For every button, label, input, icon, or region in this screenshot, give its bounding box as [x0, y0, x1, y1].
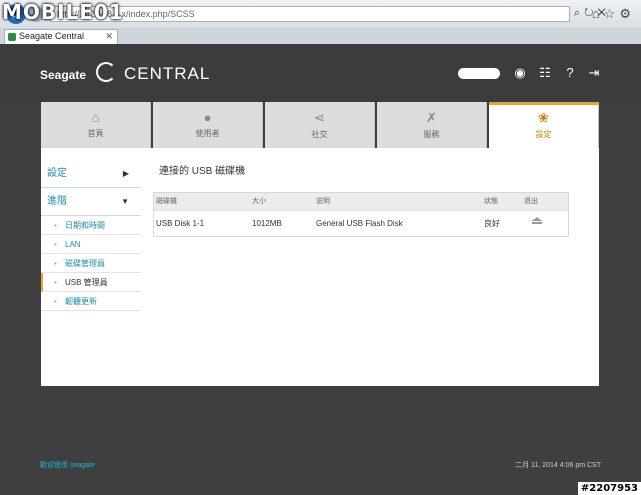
chevron-right-icon: ▶	[122, 169, 129, 178]
browser-tab-title: Seagate Central	[19, 31, 85, 41]
main-panel: 設定 ▶ 進階 ▼ • 日期和時間 • LAN • 磁碟管理員 • USB 管理…	[41, 148, 599, 386]
address-row: ← → http://192.168.x.x/index.php/SCSS ⌕↻…	[0, 0, 641, 28]
address-bar[interactable]: http://192.168.x.x/index.php/SCSS	[50, 6, 570, 22]
sidebar-item-firmware-update[interactable]: • 韌體更新	[41, 292, 141, 311]
close-icon[interactable]: ✕	[105, 30, 113, 43]
settings-sidebar: 設定 ▶ 進階 ▼ • 日期和時間 • LAN • 磁碟管理員 • USB 管理…	[41, 160, 141, 311]
product-name: CENTRAL	[124, 64, 211, 83]
sidebar-item-label: 日期和時間	[65, 221, 105, 230]
tools-icon: ✗	[426, 110, 437, 125]
drive-description: General USB Flash Disk	[316, 219, 403, 228]
tab-users[interactable]: ● 使用者	[153, 102, 263, 148]
favicon-icon	[8, 33, 16, 41]
sidebar-item-lan[interactable]: • LAN	[41, 235, 141, 254]
column-header: 退出	[524, 198, 538, 205]
drive-name: USB Disk 1-1	[156, 219, 205, 228]
sidebar-section-label: 設定	[47, 168, 67, 179]
help-icon[interactable]: ?	[562, 65, 578, 81]
app-footer: 歡迎使用 seagate 二月 11, 2014 4:06 pm CST	[0, 452, 641, 474]
brand-name: Seagate	[40, 68, 87, 82]
tab-label: 設定	[535, 130, 552, 139]
logout-icon[interactable]: ⇥	[586, 65, 602, 81]
browser-toolbar-icons[interactable]: ⌂☆⚙	[592, 6, 635, 22]
browser-tab-row: Seagate Central ✕	[0, 28, 641, 44]
bullet-icon: •	[54, 221, 57, 230]
bullet-icon: •	[54, 278, 57, 287]
drive-status: 良好	[484, 219, 500, 228]
column-header: 大小	[252, 198, 266, 205]
tab-label: 首頁	[87, 129, 104, 138]
header-toggle[interactable]	[458, 68, 500, 79]
sidebar-item-datetime[interactable]: • 日期和時間	[41, 216, 141, 235]
network-icon[interactable]: ☷	[537, 65, 553, 81]
table-header: 磁碟機 大小 说明 狀態 退出	[154, 193, 568, 210]
tab-settings[interactable]: ❀ 設定	[489, 102, 599, 148]
watermark-id: #2207953	[577, 482, 641, 495]
table-row: USB Disk 1-1 1012MB General USB Flash Di…	[154, 210, 568, 236]
column-header: 说明	[316, 198, 330, 205]
column-header: 狀態	[484, 198, 498, 205]
tab-home[interactable]: ⌂ 首頁	[41, 102, 151, 148]
eject-button[interactable]	[531, 211, 542, 237]
tab-social[interactable]: ⋖ 社交	[265, 102, 375, 148]
chevron-down-icon: ▼	[121, 197, 129, 206]
sidebar-section-label: 進階	[47, 196, 67, 207]
seagate-swirl-icon	[96, 62, 116, 82]
main-nav-tabs: ⌂ 首頁 ● 使用者 ⋖ 社交 ✗ 服務 ❀ 設定	[41, 102, 599, 148]
bullet-icon: •	[54, 240, 57, 249]
tab-label: 社交	[311, 130, 328, 139]
sidebar-item-label: 韌體更新	[65, 297, 97, 306]
user-icon: ●	[203, 110, 212, 125]
watermark-logo: MOBILE01	[2, 0, 124, 24]
tab-services[interactable]: ✗ 服務	[377, 102, 487, 148]
usb-drive-table: 磁碟機 大小 说明 狀態 退出 USB Disk 1-1 1012MB Gene…	[153, 192, 569, 237]
footer-welcome: 歡迎使用 seagate	[40, 462, 95, 469]
tab-label: 服務	[423, 130, 440, 139]
sidebar-item-disk-manager[interactable]: • 磁碟管理員	[41, 254, 141, 273]
sidebar-item-label: 磁碟管理員	[65, 259, 105, 268]
drive-size: 1012MB	[252, 219, 282, 228]
sidebar-item-usb-manager[interactable]: • USB 管理員	[41, 273, 141, 292]
sidebar-section-advanced[interactable]: 進階 ▼	[41, 188, 141, 216]
page-title: 連接的 USB 磁碟機	[159, 166, 246, 177]
sidebar-item-label: USB 管理員	[65, 278, 108, 287]
sidebar-item-label: LAN	[65, 240, 81, 249]
tab-label: 使用者	[195, 129, 220, 138]
globe-icon[interactable]: ◉	[512, 65, 528, 81]
usb-content: 連接的 USB 磁碟機 磁碟機 大小 说明 狀態 退出 USB Disk 1-1…	[153, 160, 573, 237]
sidebar-section-settings[interactable]: 設定 ▶	[41, 160, 141, 188]
home-icon: ⌂	[91, 110, 100, 125]
browser-chrome: ← → http://192.168.x.x/index.php/SCSS ⌕↻…	[0, 0, 641, 44]
bullet-icon: •	[54, 297, 57, 306]
app-header: Seagate CENTRAL ◉ ☷ ? ⇥	[0, 44, 641, 104]
browser-tab[interactable]: Seagate Central ✕	[4, 29, 118, 44]
bullet-icon: •	[54, 259, 57, 268]
column-header: 磁碟機	[156, 198, 177, 205]
settings-icon: ❀	[538, 110, 549, 125]
share-icon: ⋖	[314, 110, 325, 125]
eject-icon	[531, 217, 542, 224]
footer-datetime: 二月 11, 2014 4:06 pm CST	[515, 462, 601, 469]
